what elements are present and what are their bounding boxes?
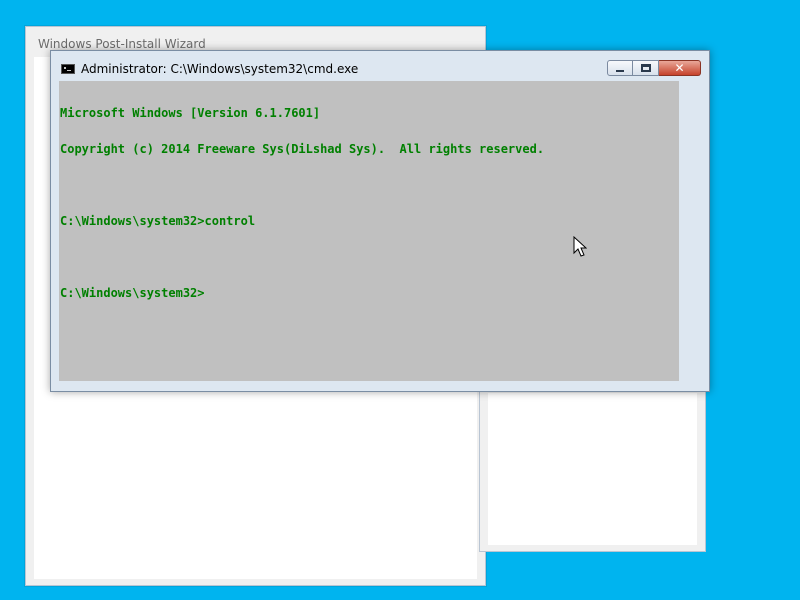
console-scrollbar[interactable] bbox=[681, 81, 701, 381]
wizard-title: Windows Post-Install Wizard bbox=[38, 37, 206, 51]
window-controls: ✕ bbox=[607, 60, 701, 78]
cmd-titlebar[interactable]: Administrator: C:\Windows\system32\cmd.e… bbox=[51, 51, 709, 81]
console-line: C:\Windows\system32>control bbox=[60, 214, 256, 228]
console-line: Microsoft Windows [Version 6.1.7601] bbox=[60, 106, 321, 120]
console-text-block: Microsoft Windows [Version 6.1.7601] Cop… bbox=[60, 83, 544, 323]
close-icon: ✕ bbox=[674, 61, 685, 75]
mouse-pointer-icon bbox=[573, 236, 587, 257]
console-prompt-line: C:\Windows\system32> bbox=[60, 286, 205, 300]
cmd-window[interactable]: Administrator: C:\Windows\system32\cmd.e… bbox=[50, 50, 710, 392]
cmd-title: Administrator: C:\Windows\system32\cmd.e… bbox=[81, 62, 359, 76]
close-button[interactable]: ✕ bbox=[659, 60, 701, 76]
background-dialog-content bbox=[488, 393, 697, 545]
minimize-button[interactable] bbox=[607, 60, 633, 76]
console-output[interactable]: Microsoft Windows [Version 6.1.7601] Cop… bbox=[59, 81, 679, 381]
background-dialog-panel[interactable] bbox=[479, 380, 706, 552]
maximize-icon bbox=[641, 64, 651, 72]
cmd-icon[interactable] bbox=[61, 64, 75, 74]
desktop: Windows Post-Install Wizard Administrato… bbox=[0, 0, 800, 600]
minimize-icon bbox=[616, 70, 624, 72]
maximize-button[interactable] bbox=[633, 60, 659, 76]
console-line: Copyright (c) 2014 Freeware Sys(DiLshad … bbox=[60, 142, 545, 156]
